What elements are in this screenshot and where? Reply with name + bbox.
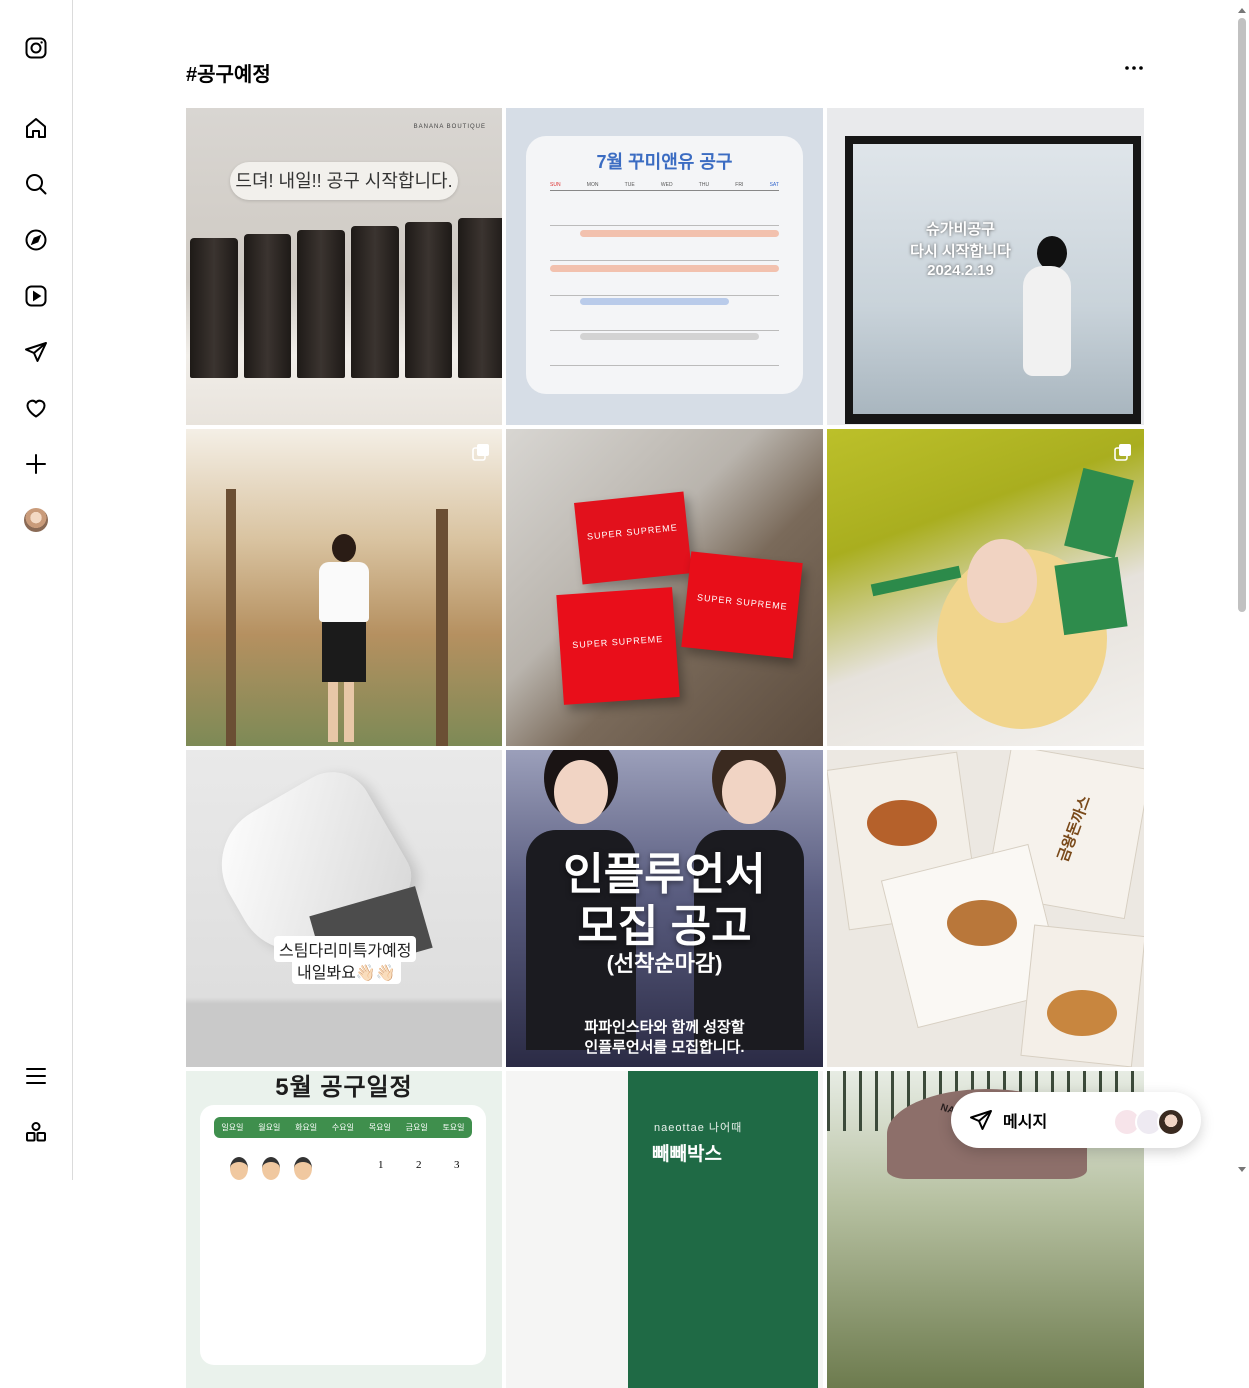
cutlet xyxy=(947,900,1017,946)
post-tile[interactable]: 스팀다리미특가예정 내일봐요👋🏻👋🏻 xyxy=(186,750,502,1067)
product-box: SUPER SUPREME xyxy=(681,551,803,659)
scrollbar-thumb[interactable] xyxy=(1238,18,1246,612)
profile-avatar[interactable] xyxy=(12,496,60,544)
post-tile[interactable]: 5월 공구일정 일요일 월요일 화요일 수요일 목요일 금요일 토요일 1 2 … xyxy=(186,1071,502,1388)
scroll-down-icon[interactable] xyxy=(1238,1167,1246,1172)
tree-trunk xyxy=(226,489,236,746)
messages-icon xyxy=(970,1110,992,1130)
schedule-card: 일요일 월요일 화요일 수요일 목요일 금요일 토요일 1 2 3 xyxy=(200,1105,486,1365)
bag-name: 빼빼박스 xyxy=(652,1144,722,1165)
person-figure xyxy=(316,534,372,744)
day-label: SAT xyxy=(769,182,779,188)
bottles-image xyxy=(186,218,502,378)
home-icon[interactable] xyxy=(12,104,60,152)
day-label: 목요일 xyxy=(368,1123,391,1132)
post-caption-2: 내일봐요👋🏻👋🏻 xyxy=(292,958,401,984)
window-frame xyxy=(845,136,1141,424)
menu-icon[interactable] xyxy=(12,1052,60,1100)
hashtag-title: #공구예정 xyxy=(186,64,271,86)
instagram-icon[interactable] xyxy=(12,24,60,72)
explore-icon[interactable] xyxy=(12,216,60,264)
date-number: 3 xyxy=(454,1159,460,1171)
post-caption-2: 다시 시작합니다 xyxy=(910,243,1011,260)
day-label: THU xyxy=(698,182,710,188)
green-stick xyxy=(870,565,962,597)
scroll-up-icon[interactable] xyxy=(1238,8,1246,13)
product-box: SUPER SUPREME xyxy=(556,587,680,705)
post-caption-4: 파파인스타와 함께 성장할 xyxy=(584,1019,745,1036)
person-silhouette xyxy=(1023,236,1075,396)
messages-label: 메시지 xyxy=(1003,1114,1048,1131)
post-tile[interactable]: naeottae 나어때 빼빼박스 xyxy=(506,1071,823,1388)
day-label: 월요일 xyxy=(258,1123,281,1132)
calendar-title: 7월 꾸미앤유 공구 xyxy=(596,152,733,172)
day-label: 화요일 xyxy=(295,1123,318,1132)
day-label: MON xyxy=(586,182,599,188)
post-caption-2: 모집 공고 xyxy=(577,902,752,951)
sidebar xyxy=(0,0,73,1180)
day-label: FRI xyxy=(735,182,744,188)
post-tile[interactable]: 7월 꾸미앤유 공구 SUN MON TUE WED THU FRI SAT xyxy=(506,108,823,425)
post-tile[interactable]: BANANA BOUTIQUE 드뎌! 내일!! 공구 시작합니다. xyxy=(186,108,502,425)
post-caption-3: 2024.2.19 xyxy=(927,262,994,279)
day-label: 토요일 xyxy=(442,1123,465,1132)
apps-icon[interactable] xyxy=(12,1108,60,1156)
green-box xyxy=(1054,556,1128,636)
post-tile[interactable]: 슈가비공구 다시 시작합니다 2024.2.19 xyxy=(827,108,1144,425)
date-number: 2 xyxy=(416,1159,422,1171)
product-brand: SUPER SUPREME xyxy=(696,592,789,612)
post-tile[interactable]: 금왕돈까스 xyxy=(827,750,1144,1067)
cutlet xyxy=(1047,990,1117,1036)
day-label: 일요일 xyxy=(221,1123,244,1132)
search-icon[interactable] xyxy=(12,160,60,208)
create-icon[interactable] xyxy=(12,440,60,488)
green-bag: naeottae 나어때 빼빼박스 xyxy=(628,1071,818,1388)
date-number: 1 xyxy=(378,1159,384,1171)
notifications-icon[interactable] xyxy=(12,384,60,432)
schedule-days: 일요일 월요일 화요일 수요일 목요일 금요일 토요일 xyxy=(214,1117,472,1138)
product-brand: SUPER SUPREME xyxy=(571,633,664,651)
green-box xyxy=(1064,467,1134,559)
day-label: TUE xyxy=(624,182,635,188)
post-tile[interactable]: SUPER SUPREME SUPER SUPREME SUPER SUPREM… xyxy=(506,429,823,746)
reels-icon[interactable] xyxy=(12,272,60,320)
main-content: #공구예정 BANANA BOUTIQUE 드뎌! 내일!! 공구 시작합니다.… xyxy=(73,0,1233,1388)
post-caption: 드뎌! 내일!! 공구 시작합니다. xyxy=(230,162,458,200)
calendar-card: 7월 꾸미앤유 공구 SUN MON TUE WED THU FRI SAT xyxy=(526,136,803,394)
product-box: SUPER SUPREME xyxy=(574,491,692,585)
calendar-rows xyxy=(550,191,779,366)
post-grid: BANANA BOUTIQUE 드뎌! 내일!! 공구 시작합니다. 7월 꾸미… xyxy=(186,108,1144,1388)
day-label: SUN xyxy=(550,182,561,188)
post-tile[interactable] xyxy=(827,429,1144,746)
kids-illustration xyxy=(230,1153,330,1183)
calendar-days: SUN MON TUE WED THU FRI SAT xyxy=(550,182,779,191)
post-caption-3: (선착순마감) xyxy=(606,951,723,976)
cutlet xyxy=(867,800,937,846)
multiple-images-icon xyxy=(1114,444,1131,461)
bag-brand: naeottae 나어때 xyxy=(654,1122,743,1134)
tree-trunk xyxy=(436,509,448,746)
post-caption-1: 슈가비공구 xyxy=(925,221,995,238)
post-tile[interactable] xyxy=(186,429,502,746)
multiple-images-icon xyxy=(472,444,489,461)
more-options-icon[interactable] xyxy=(1120,52,1148,84)
post-caption-5: 인플루언서를 모집합니다. xyxy=(584,1039,745,1056)
post-tile[interactable]: 인플루언서 모집 공고 (선착순마감) 파파인스타와 함께 성장할 인플루언서를… xyxy=(506,750,823,1067)
face xyxy=(967,539,1037,623)
product-brand: SUPER SUPREME xyxy=(586,522,679,542)
day-label: WED xyxy=(660,182,673,188)
day-label: 금요일 xyxy=(405,1123,428,1132)
avatar xyxy=(1157,1108,1185,1136)
messages-button[interactable]: 메시지 xyxy=(951,1092,1201,1148)
page-scrollbar[interactable] xyxy=(1237,6,1247,1174)
schedule-title: 5월 공구일정 xyxy=(275,1074,413,1101)
messages-icon[interactable] xyxy=(12,328,60,376)
post-brand: BANANA BOUTIQUE xyxy=(413,124,486,130)
day-label: 수요일 xyxy=(331,1123,354,1132)
